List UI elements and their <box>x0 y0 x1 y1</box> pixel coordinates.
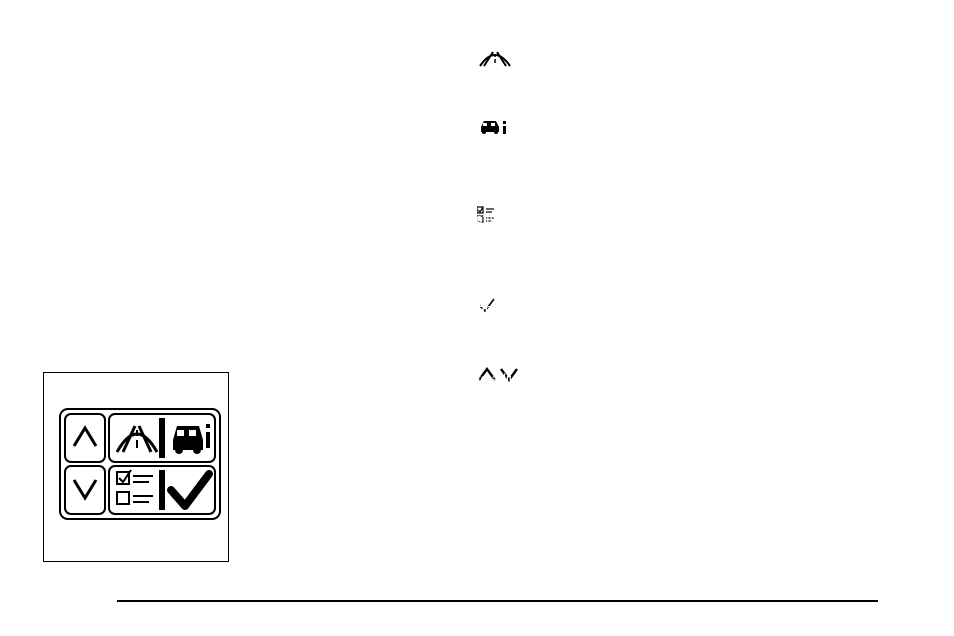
vehicle-info-label: (Vehicle Information): <box>120 139 253 154</box>
customization-description: (Customization): Press this button to cu… <box>120 210 894 245</box>
page: DIC Buttons (Trip/Fuel): Press this butt… <box>0 0 954 636</box>
dic-buttons-figure: Head-Up Display (HUD) Version Shown <box>43 372 229 562</box>
page-footer-rule <box>117 600 878 602</box>
arrows-description: : Press either of these buttons to adjus… <box>300 370 894 405</box>
arrows-label: : <box>300 371 304 386</box>
arrows-text: Press either of these buttons to adjust … <box>300 371 886 404</box>
trip-fuel-label: (Trip/Fuel): <box>120 121 187 136</box>
page-number: 3-47 <box>0 0 1 1</box>
set-reset-description: (Set/Reset): Press this button to set or… <box>120 300 894 318</box>
figure-caption: Head-Up Display (HUD) Version Shown <box>44 373 45 374</box>
customization-label: (Customization): <box>120 211 223 226</box>
section-heading: DIC Buttons <box>120 28 121 29</box>
set-reset-text: Press this button to set or reset certai… <box>196 301 785 316</box>
car-info-icon <box>477 118 509 136</box>
vehicle-info-description: (Vehicle Information): Press this button… <box>120 138 894 173</box>
customization-text: Press this button to customize the featu… <box>120 211 892 244</box>
keypad-illustration <box>59 408 221 520</box>
road-perspective-icon <box>478 48 512 70</box>
set-reset-label: (Set/Reset): <box>120 301 192 316</box>
